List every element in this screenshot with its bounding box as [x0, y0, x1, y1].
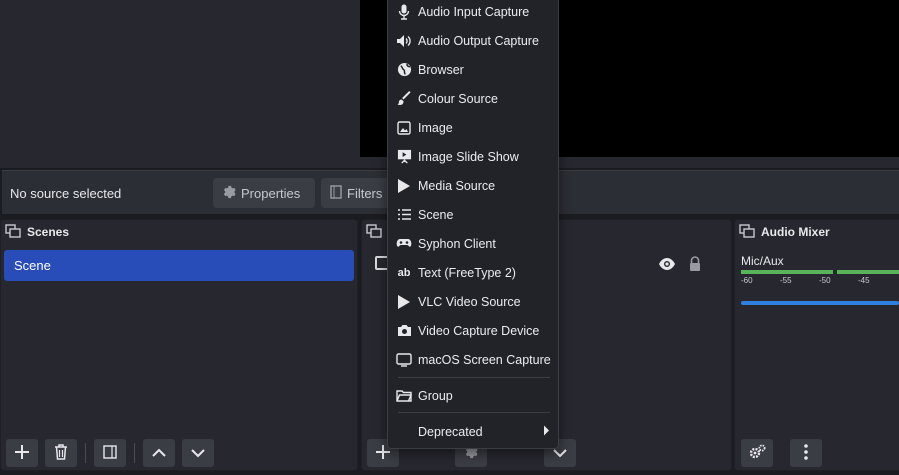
menu-item-label: Syphon Client — [418, 236, 496, 251]
filter-icon — [103, 444, 117, 462]
menu-item-syphon-client[interactable]: Syphon Client — [388, 229, 558, 258]
meter-tick-label: -60 — [741, 276, 753, 285]
filter-icon — [330, 184, 342, 202]
move-scene-down-button[interactable] — [182, 439, 214, 467]
menu-item-label: Group — [418, 388, 453, 403]
menu-item-label: Video Capture Device — [418, 323, 540, 338]
microphone-icon — [396, 4, 412, 20]
dock-undock-icon[interactable] — [5, 223, 21, 241]
properties-label: Properties — [241, 185, 301, 201]
play-icon — [396, 294, 412, 310]
menu-item-label: VLC Video Source — [418, 294, 521, 309]
submenu-arrow-icon — [543, 425, 550, 439]
meter-tick-label: -50 — [819, 276, 831, 285]
chevron-down-icon — [190, 446, 206, 461]
menu-item-deprecated[interactable]: Deprecated — [388, 417, 558, 446]
menu-item-image-slide-show[interactable]: Image Slide Show — [388, 142, 558, 171]
plus-icon — [14, 444, 30, 463]
menu-item-text-freetype[interactable]: ab Text (FreeType 2) — [388, 258, 558, 287]
visibility-eye-icon[interactable] — [658, 257, 676, 274]
menu-item-label: Colour Source — [418, 91, 498, 106]
scene-filters-button[interactable] — [94, 439, 126, 467]
scene-list-item[interactable]: Scene — [4, 250, 354, 281]
remove-scene-button[interactable] — [45, 439, 77, 467]
gears-icon — [748, 444, 766, 463]
mixer-menu-button[interactable] — [790, 439, 822, 467]
menu-item-media-source[interactable]: Media Source — [388, 171, 558, 200]
menu-item-audio-input-capture[interactable]: Audio Input Capture — [388, 0, 558, 26]
menu-separator — [398, 377, 550, 378]
scene-item-label: Scene — [14, 258, 51, 273]
move-scene-up-button[interactable] — [143, 439, 175, 467]
meter-segment — [837, 270, 899, 274]
menu-item-audio-output-capture[interactable]: Audio Output Capture — [388, 26, 558, 55]
menu-item-label: Scene — [418, 207, 454, 222]
menu-item-label: Deprecated — [418, 424, 483, 439]
menu-item-label: Media Source — [418, 178, 496, 193]
menu-item-label: Browser — [418, 62, 464, 77]
filters-button[interactable]: Filters — [321, 178, 391, 208]
menu-item-label: macOS Screen Capture — [418, 352, 551, 367]
add-scene-button[interactable] — [6, 439, 38, 467]
add-source-menu: Audio Input Capture Audio Output Capture… — [387, 0, 559, 449]
speaker-icon — [396, 33, 412, 49]
vertical-dots-icon — [804, 443, 808, 463]
menu-item-scene[interactable]: Scene — [388, 200, 558, 229]
audio-level-meter — [741, 270, 899, 274]
menu-item-image[interactable]: Image — [388, 113, 558, 142]
toolbar-separator — [85, 443, 86, 463]
text-icon: ab — [397, 266, 411, 279]
no-source-label: No source selected — [10, 186, 122, 201]
globe-icon — [396, 62, 412, 78]
chevron-up-icon — [151, 446, 167, 461]
properties-button[interactable]: Properties — [213, 178, 315, 208]
slideshow-icon — [396, 149, 412, 165]
menu-item-colour-source[interactable]: Colour Source — [388, 84, 558, 113]
menu-separator — [398, 412, 550, 413]
camera-icon — [396, 323, 412, 339]
gear-icon — [222, 185, 236, 202]
play-icon — [396, 178, 412, 194]
trash-icon — [54, 443, 68, 463]
menu-item-group[interactable]: Group — [388, 381, 558, 410]
meter-tick-label: -55 — [780, 276, 792, 285]
toolbar-separator — [134, 443, 135, 463]
lock-icon[interactable] — [688, 256, 702, 275]
mixer-channel-name: Mic/Aux — [741, 254, 784, 268]
dock-undock-icon[interactable] — [366, 223, 382, 241]
scenes-dock-header: Scenes — [1, 220, 357, 244]
monitor-icon — [396, 352, 412, 368]
menu-item-macos-screen-capture[interactable]: macOS Screen Capture — [388, 345, 558, 374]
meter-tick-label: -45 — [858, 276, 870, 285]
scenes-title: Scenes — [27, 225, 70, 239]
menu-item-vlc-video-source[interactable]: VLC Video Source — [388, 287, 558, 316]
mixer-advanced-settings-button[interactable] — [741, 439, 773, 467]
menu-item-label: Audio Input Capture — [418, 4, 530, 19]
gamepad-icon — [396, 236, 412, 252]
volume-slider[interactable] — [741, 301, 899, 305]
audio-mixer-title: Audio Mixer — [761, 225, 830, 239]
menu-item-label: Image Slide Show — [418, 149, 519, 164]
folder-icon — [396, 388, 412, 404]
paintbrush-icon — [396, 91, 412, 107]
audio-mixer-header: Audio Mixer — [735, 220, 899, 244]
dock-undock-icon[interactable] — [739, 223, 755, 241]
menu-item-browser[interactable]: Browser — [388, 55, 558, 84]
meter-segment — [741, 270, 833, 274]
menu-item-label: Text (FreeType 2) — [418, 265, 516, 280]
filters-label: Filters — [347, 185, 383, 201]
menu-item-label: Image — [418, 120, 453, 135]
menu-item-video-capture-device[interactable]: Video Capture Device — [388, 316, 558, 345]
menu-item-label: Audio Output Capture — [418, 33, 539, 48]
image-icon — [396, 120, 412, 136]
list-icon — [396, 207, 412, 223]
